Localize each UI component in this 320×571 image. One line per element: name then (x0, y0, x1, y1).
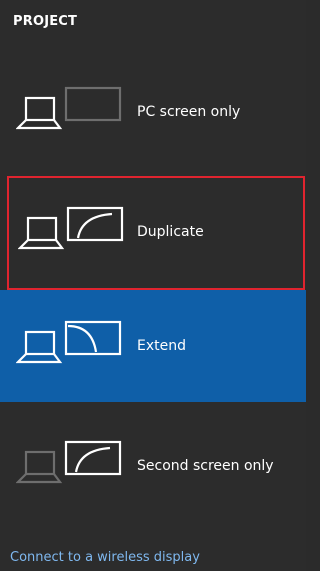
laptop-icon (16, 330, 63, 364)
option-second-screen-only[interactable]: Second screen only (0, 410, 306, 522)
extend-icon (16, 320, 122, 364)
monitor-icon (66, 206, 124, 242)
option-duplicate[interactable]: Duplicate (7, 176, 305, 290)
option-extend[interactable]: Extend (0, 290, 306, 402)
connect-wireless-display-link[interactable]: Connect to a wireless display (10, 550, 200, 565)
laptop-icon (18, 216, 65, 250)
second-screen-only-icon (16, 440, 122, 484)
page-title: PROJECT (13, 14, 78, 29)
laptop-icon (16, 450, 63, 484)
pc-screen-only-icon (16, 86, 122, 130)
monitor-icon (64, 440, 122, 476)
duplicate-icon (18, 206, 124, 250)
option-label: Second screen only (137, 458, 274, 474)
monitor-icon (64, 86, 122, 122)
option-label: Extend (137, 338, 186, 354)
project-panel: PROJECT PC screen only Duplicate Extend … (0, 0, 306, 571)
monitor-icon (64, 320, 122, 356)
option-pc-screen-only[interactable]: PC screen only (0, 56, 306, 168)
laptop-icon (16, 96, 63, 130)
option-label: Duplicate (137, 224, 204, 240)
option-label: PC screen only (137, 104, 241, 120)
